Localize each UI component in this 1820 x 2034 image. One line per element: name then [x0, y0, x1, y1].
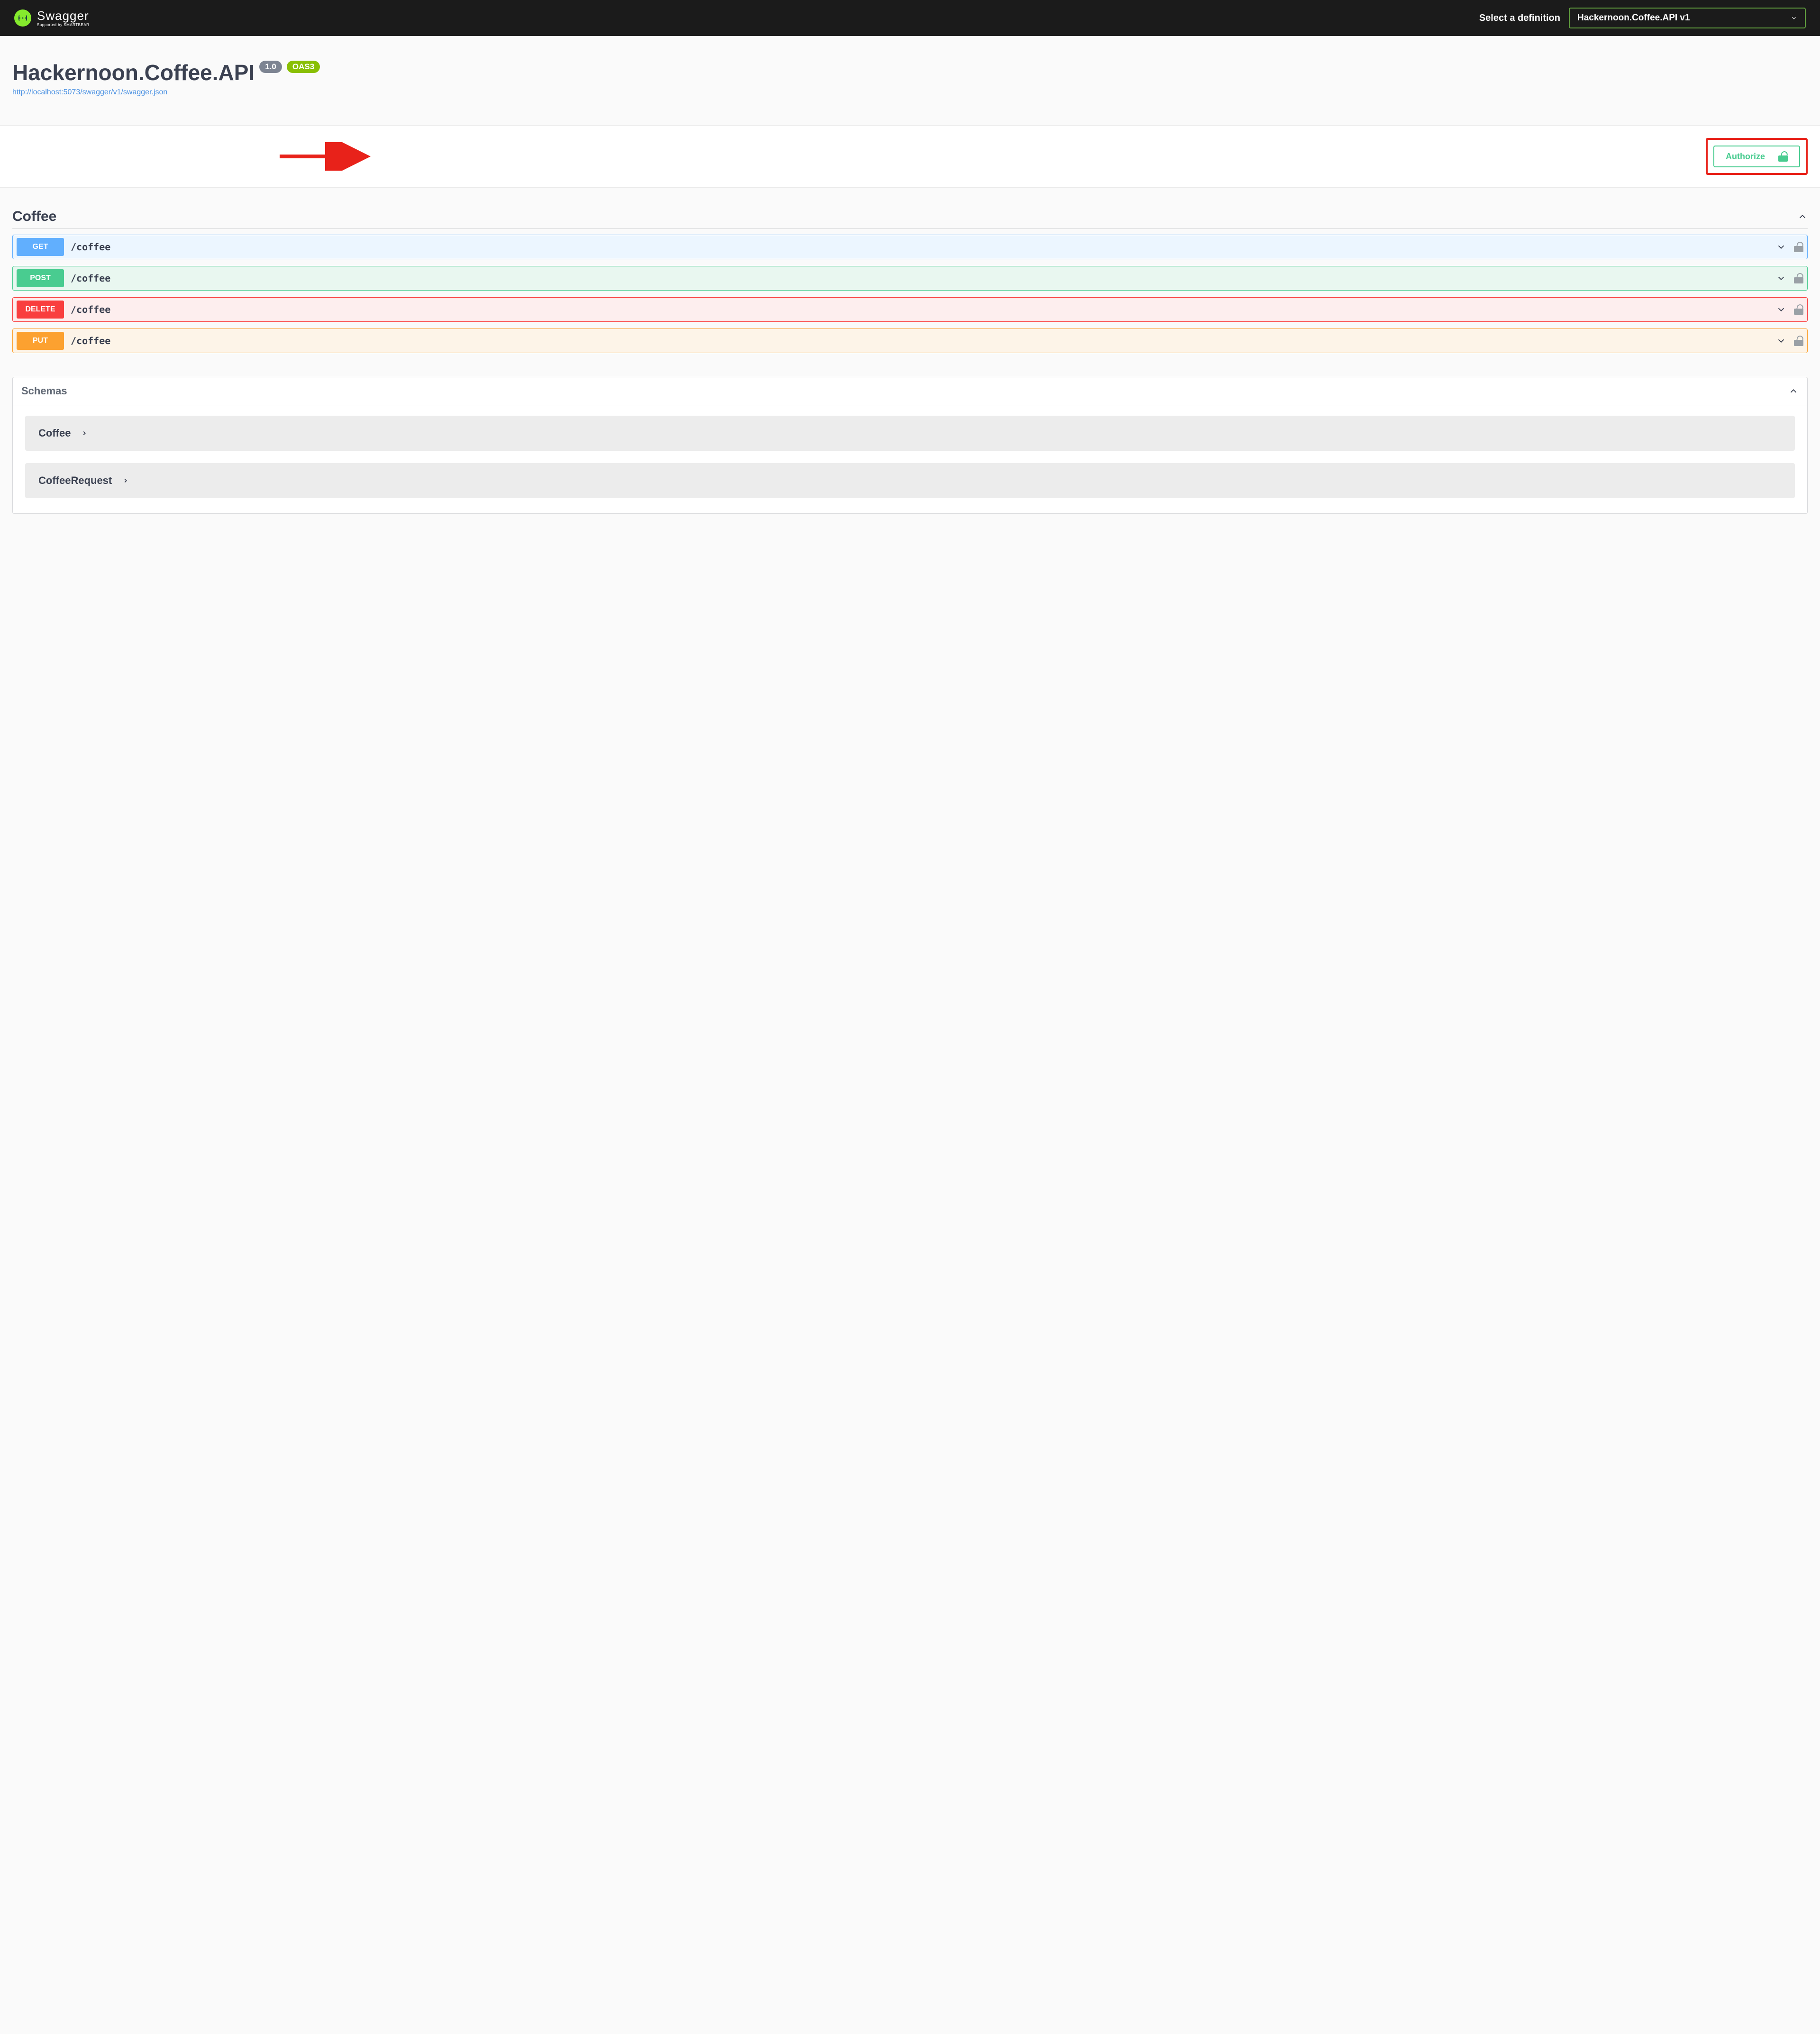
topbar: Swagger Supported by SMARTBEAR Select a …: [0, 0, 1820, 36]
operation-put-coffee[interactable]: PUT /coffee: [12, 328, 1808, 353]
unlock-icon[interactable]: [1794, 273, 1803, 283]
annotation-arrow-icon: [280, 142, 374, 171]
method-badge: POST: [17, 269, 64, 287]
oas-badge: OAS3: [287, 61, 320, 73]
unlock-icon[interactable]: [1794, 242, 1803, 252]
chevron-down-icon: [1776, 336, 1786, 346]
schema-name: CoffeeRequest: [38, 474, 112, 487]
operation-get-coffee[interactable]: GET /coffee: [12, 235, 1808, 259]
brand-subtitle: Supported by SMARTBEAR: [37, 23, 89, 27]
operations-section: Coffee GET /coffee POST /coffee DELETE /…: [0, 188, 1820, 358]
chevron-right-icon: [122, 477, 129, 484]
chevron-down-icon: [1791, 15, 1797, 21]
annotation-highlight: Authorize: [1706, 138, 1808, 175]
method-badge: GET: [17, 238, 64, 256]
swagger-json-url[interactable]: http://localhost:5073/swagger/v1/swagger…: [12, 88, 167, 97]
api-info-section: Hackernoon.Coffee.API 1.0 OAS3 http://lo…: [0, 36, 1820, 125]
tag-name: Coffee: [12, 209, 56, 225]
schema-name: Coffee: [38, 427, 71, 439]
operation-delete-coffee[interactable]: DELETE /coffee: [12, 297, 1808, 322]
unlock-icon: [1778, 151, 1788, 162]
operation-post-coffee[interactable]: POST /coffee: [12, 266, 1808, 291]
api-title: Hackernoon.Coffee.API: [12, 60, 255, 85]
operation-path: /coffee: [71, 335, 1776, 347]
schemas-header[interactable]: Schemas: [13, 377, 1807, 405]
brand-name: Swagger: [37, 9, 89, 22]
definition-select[interactable]: Hackernoon.Coffee.API v1: [1569, 8, 1806, 28]
method-badge: PUT: [17, 332, 64, 350]
schema-item-coffeerequest[interactable]: CoffeeRequest: [25, 463, 1795, 498]
authorize-button[interactable]: Authorize: [1713, 146, 1800, 167]
authorize-label: Authorize: [1726, 152, 1765, 162]
unlock-icon[interactable]: [1794, 304, 1803, 315]
chevron-up-icon: [1788, 386, 1799, 396]
operation-path: /coffee: [71, 241, 1776, 253]
schemas-title: Schemas: [21, 385, 67, 397]
chevron-right-icon: [81, 430, 88, 437]
schemas-section: Schemas Coffee CoffeeRequest: [12, 377, 1808, 514]
chevron-down-icon: [1776, 242, 1786, 252]
schema-item-coffee[interactable]: Coffee: [25, 416, 1795, 451]
definition-selected: Hackernoon.Coffee.API v1: [1577, 13, 1690, 23]
tag-header-coffee[interactable]: Coffee: [12, 202, 1808, 229]
swagger-logo: Swagger Supported by SMARTBEAR: [14, 9, 89, 27]
definition-label: Select a definition: [1479, 13, 1560, 24]
method-badge: DELETE: [17, 301, 64, 319]
operation-path: /coffee: [71, 273, 1776, 284]
swagger-logo-icon: [14, 9, 31, 27]
chevron-down-icon: [1776, 273, 1786, 283]
authorize-bar: Authorize: [0, 125, 1820, 188]
version-badge: 1.0: [259, 61, 282, 73]
chevron-up-icon: [1797, 211, 1808, 222]
unlock-icon[interactable]: [1794, 336, 1803, 346]
chevron-down-icon: [1776, 304, 1786, 315]
operation-path: /coffee: [71, 304, 1776, 315]
